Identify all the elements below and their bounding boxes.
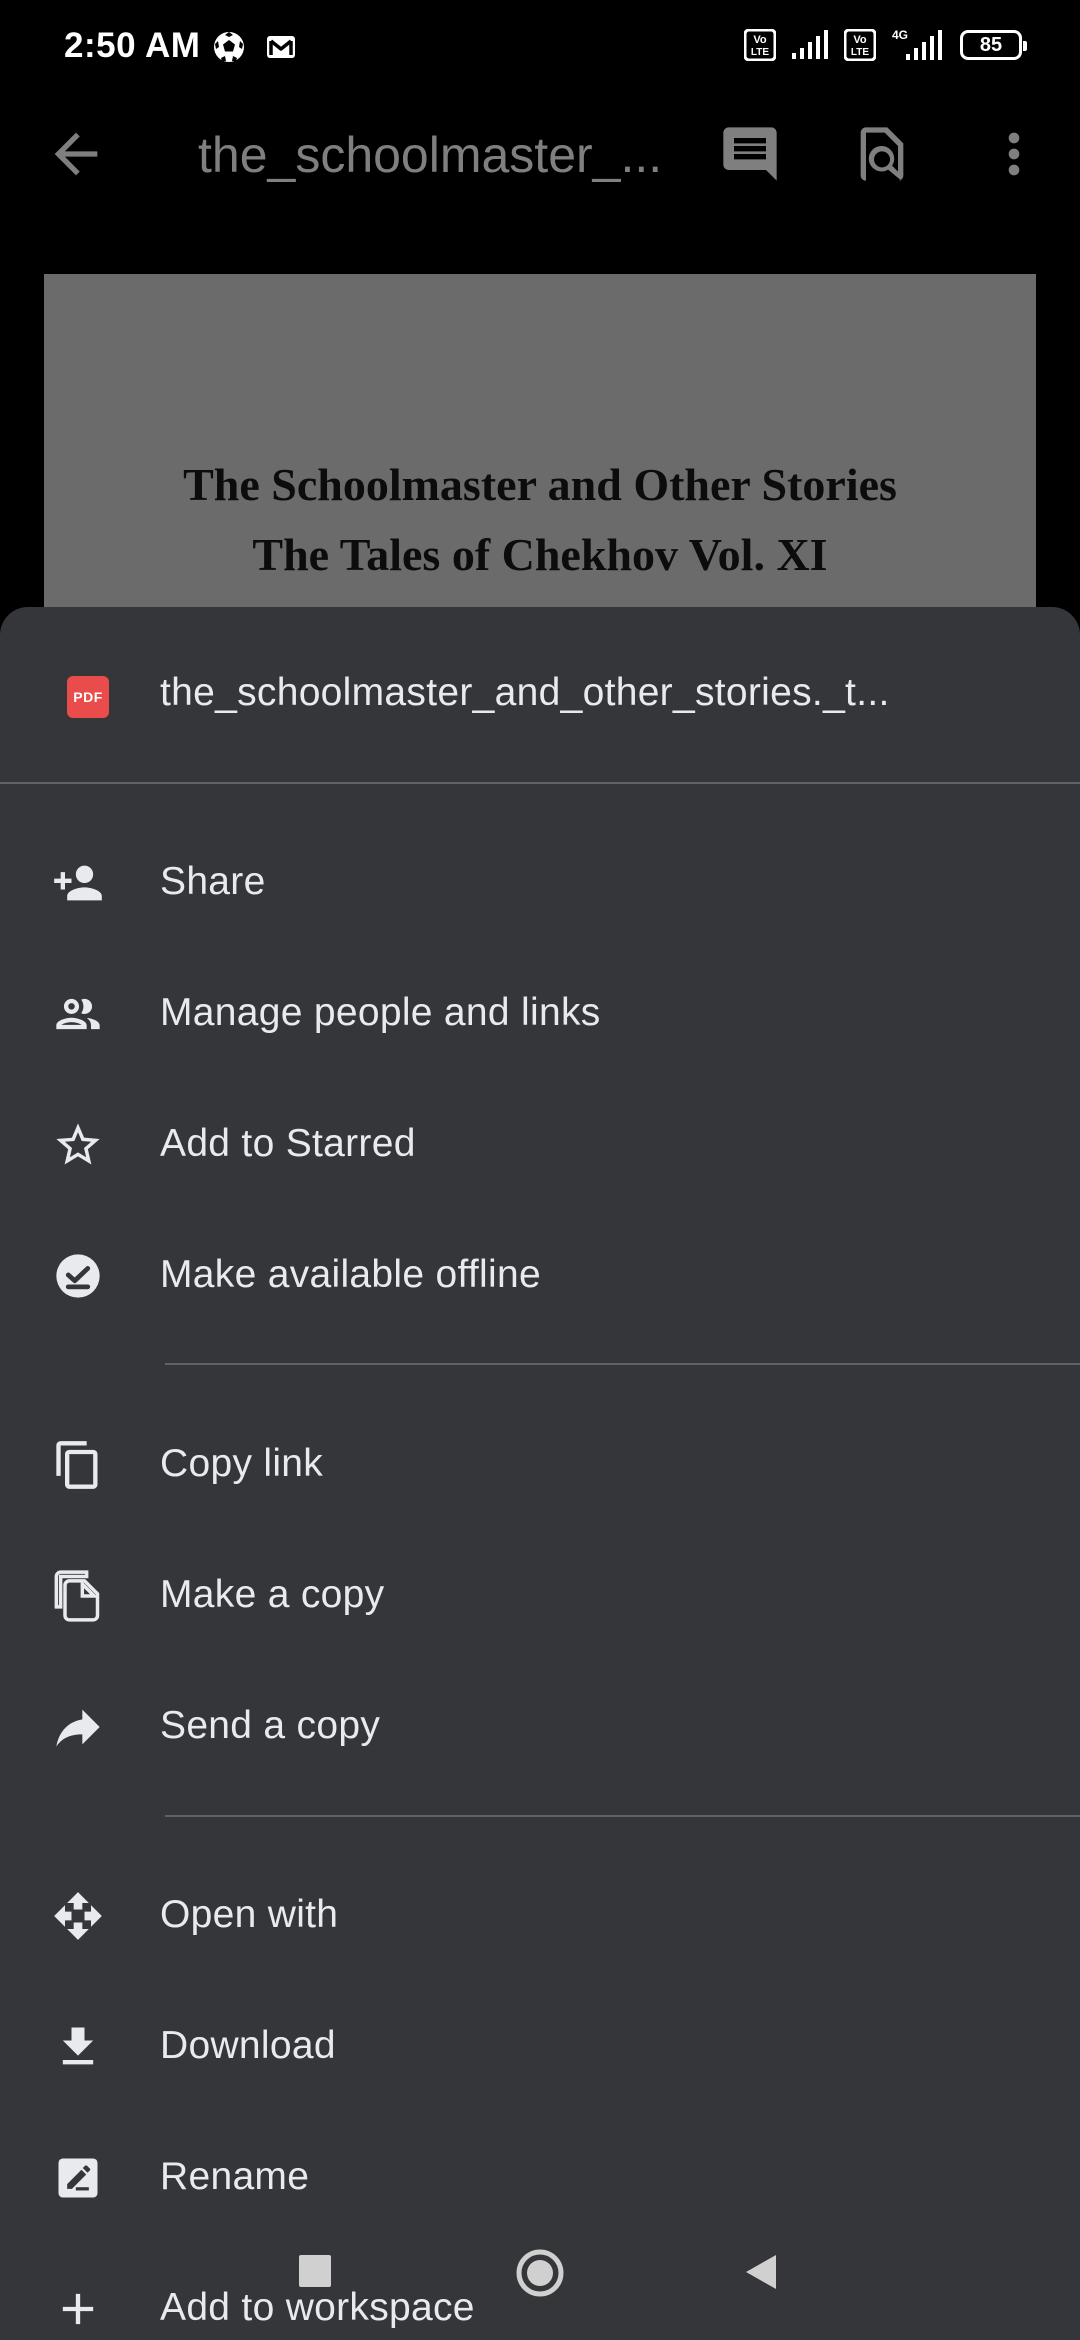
back-triangle-icon[interactable]	[744, 2253, 778, 2291]
menu-label: Add to Starred	[160, 1122, 416, 1165]
comment-icon[interactable]	[718, 122, 782, 186]
menu-label: Rename	[160, 2155, 310, 2198]
menu-label: Open with	[160, 1893, 339, 1936]
status-system-icons: Vo LTE Vo LTE 4G 85	[744, 28, 1027, 62]
divider	[165, 1815, 1080, 1817]
menu-label: Manage people and links	[160, 991, 601, 1034]
offline-check-icon	[56, 1254, 100, 1298]
menu-item-rename[interactable]: Rename	[0, 2113, 1080, 2243]
menu-item-open-with[interactable]: Open with	[0, 1851, 1080, 1981]
menu-label: Make available offline	[160, 1253, 541, 1296]
menu-item-manage-people[interactable]: Manage people and links	[0, 949, 1080, 1079]
open-with-icon	[54, 1892, 102, 1940]
download-icon	[62, 2027, 94, 2065]
rename-icon	[58, 2158, 98, 2198]
soccer-ball-icon	[214, 32, 244, 62]
menu-label: Send a copy	[160, 1704, 381, 1747]
document-title: the_schoolmaster_...	[198, 127, 663, 183]
menu-item-copy-link[interactable]: Copy link	[0, 1400, 1080, 1530]
menu-label: Download	[160, 2024, 336, 2067]
svg-text:4G: 4G	[892, 28, 908, 42]
svg-text:LTE: LTE	[851, 47, 869, 58]
file-copy-icon	[54, 1570, 100, 1622]
menu-label: Add to workspace	[160, 2286, 475, 2329]
svg-text:Vo: Vo	[753, 34, 767, 46]
sheet-header: PDF the_schoolmaster_and_other_stories._…	[0, 607, 1080, 782]
menu-item-share[interactable]: Share	[0, 818, 1080, 948]
svg-text:LTE: LTE	[751, 47, 769, 58]
battery-icon: 85	[960, 30, 1027, 60]
menu-item-make-offline[interactable]: Make available offline	[0, 1211, 1080, 1341]
menu-label: Copy link	[160, 1442, 324, 1485]
copy-link-icon	[56, 1441, 98, 1489]
more-vert-icon[interactable]	[982, 122, 1046, 186]
plus-icon	[62, 2293, 94, 2325]
document-heading-line2: The Tales of Chekhov Vol. XI	[252, 529, 828, 580]
divider	[165, 1363, 1080, 1365]
gmail-icon	[267, 36, 295, 58]
4g-signal-icon: 4G	[892, 28, 942, 60]
volte-icon: Vo LTE	[744, 29, 776, 61]
menu-item-add-to-starred[interactable]: Add to Starred	[0, 1080, 1080, 1210]
back-arrow-icon[interactable]	[44, 122, 108, 186]
pdf-file-icon: PDF	[67, 676, 109, 718]
star-outline-icon	[56, 1123, 100, 1165]
divider	[0, 782, 1080, 784]
menu-item-send-a-copy[interactable]: Send a copy	[0, 1662, 1080, 1792]
document-heading: The Schoolmaster and Other Stories The T…	[44, 450, 1036, 590]
file-name: the_schoolmaster_and_other_stories._t...	[160, 671, 890, 714]
person-add-icon	[54, 865, 102, 901]
home-circle-icon[interactable]	[515, 2248, 565, 2298]
find-in-page-icon[interactable]	[850, 122, 914, 186]
app-toolbar: the_schoolmaster_...	[0, 96, 1080, 212]
menu-label: Share	[160, 860, 266, 903]
forward-arrow-icon	[56, 1709, 100, 1747]
signal-icon	[792, 30, 828, 59]
svg-text:Vo: Vo	[853, 34, 867, 46]
menu-label: Make a copy	[160, 1573, 385, 1616]
recents-square-icon[interactable]	[299, 2255, 331, 2287]
document-heading-line1: The Schoolmaster and Other Stories	[183, 459, 897, 510]
people-icon	[56, 998, 100, 1030]
volte-icon: Vo LTE	[844, 29, 876, 61]
file-actions-sheet: PDF the_schoolmaster_and_other_stories._…	[0, 607, 1080, 2340]
menu-item-download[interactable]: Download	[0, 1982, 1080, 2112]
menu-item-make-a-copy[interactable]: Make a copy	[0, 1531, 1080, 1661]
status-notification-icons	[212, 30, 298, 64]
status-bar: 2:50 AM Vo LTE Vo LTE 4G 85	[0, 0, 1080, 96]
status-time: 2:50 AM	[64, 26, 201, 65]
